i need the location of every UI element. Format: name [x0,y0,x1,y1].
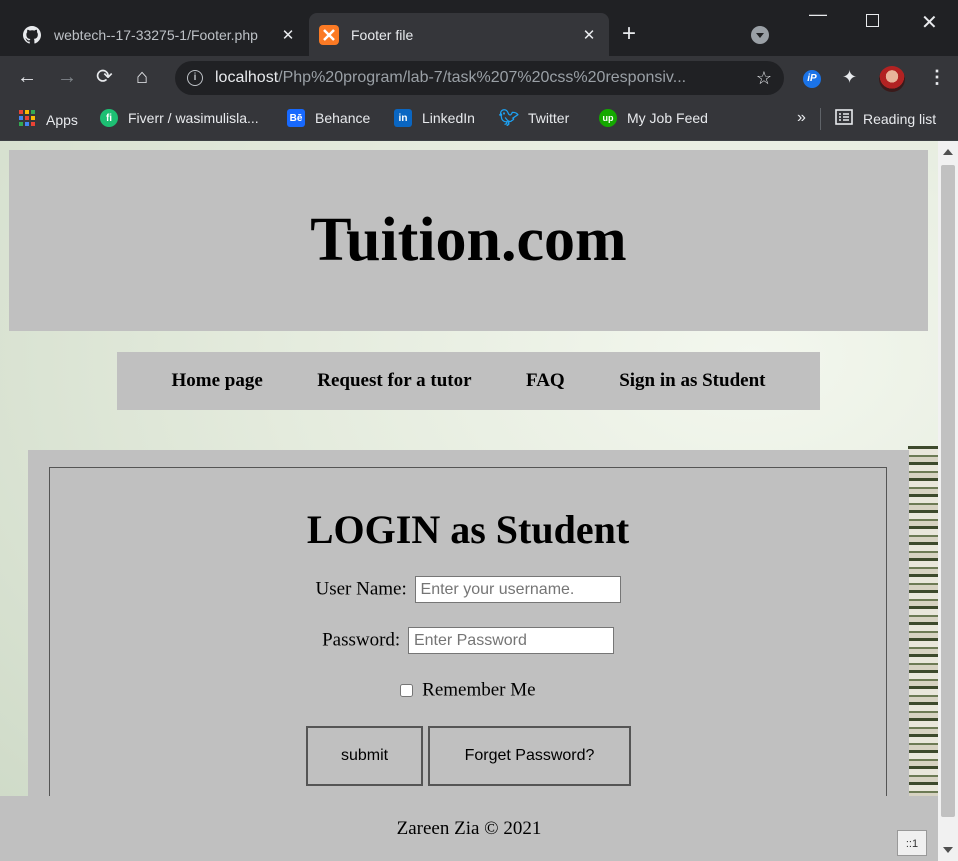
tab-search-icon[interactable] [751,26,769,44]
site-header: Tuition.com [9,150,928,331]
bookmark-behance[interactable]: Bē Behance [287,109,370,127]
close-icon[interactable]: ✕ [579,26,599,44]
twitter-icon: 🐦︎ [498,110,520,127]
reload-icon[interactable]: ⟳ [96,66,113,88]
bookmark-label: LinkedIn [422,110,475,126]
login-heading: LOGIN as Student [306,507,630,552]
scroll-down-arrow-icon[interactable] [943,847,953,853]
reading-list-icon [835,109,853,128]
tab-title: webtech--17-33275-1/Footer.php [54,26,258,43]
bookmark-label: Fiverr / wasimulisla... [128,110,259,126]
bookmark-label: My Job Feed [627,110,708,126]
browser-toolbar: ← → ⟳ ⌂ i localhost /Php%20program/lab-7… [0,56,958,100]
vertical-scrollbar[interactable] [938,141,958,861]
minimize-icon[interactable]: — [809,4,827,25]
tab-footer-file[interactable]: Footer file ✕ [309,13,609,56]
bookmark-label: Apps [46,111,78,128]
bookmark-star-icon[interactable]: ☆ [756,68,772,89]
apps-grid-icon [18,109,46,130]
site-nav: Home page Request for a tutor FAQ Sign i… [117,352,820,410]
profile-avatar[interactable] [879,66,905,92]
nav-faq[interactable]: FAQ [526,370,565,392]
bookmark-my-job-feed[interactable]: up My Job Feed [599,109,708,127]
username-input[interactable] [414,576,621,603]
username-label: User Name: [315,578,407,600]
ip-extension-icon[interactable]: iP [803,70,821,88]
bookmark-apps[interactable]: Apps [18,109,78,130]
fiverr-icon: fi [100,109,118,127]
behance-icon: Bē [287,109,305,127]
tab-footer-php[interactable]: webtech--17-33275-1/Footer.php ✕ [12,13,308,56]
site-footer: Zareen Zia © 2021 [0,796,938,861]
home-icon[interactable]: ⌂ [136,66,148,88]
page-viewport: Tuition.com Home page Request for a tuto… [0,141,938,861]
address-bar[interactable]: i localhost /Php%20program/lab-7/task%20… [175,61,784,95]
site-title: Tuition.com [310,206,627,274]
tab-strip: webtech--17-33275-1/Footer.php ✕ Footer … [0,0,958,56]
bookmarks-bar: Apps fi Fiverr / wasimulisla... Bē Behan… [0,100,958,141]
background-books-image [908,446,938,796]
kebab-menu-icon[interactable]: ⋮ [928,67,946,88]
forget-password-button[interactable]: Forget Password? [428,726,631,786]
bookmark-linkedin[interactable]: in LinkedIn [394,109,475,127]
username-row: User Name: [50,576,886,603]
github-icon [22,25,42,45]
remember-me-checkbox[interactable] [400,684,414,698]
close-icon[interactable]: ✕ [278,26,298,44]
password-label: Password: [322,629,401,651]
scrollbar-thumb[interactable] [941,165,955,817]
forward-arrow-icon[interactable]: → [57,66,77,88]
nav-sign-in-student[interactable]: Sign in as Student [619,370,765,392]
maximize-icon[interactable] [866,14,879,27]
extensions-puzzle-icon[interactable]: ✦ [842,67,857,88]
remember-me-label[interactable]: Remember Me [422,680,535,701]
bookmark-twitter[interactable]: 🐦︎ Twitter [498,109,570,127]
reading-list-label: Reading list [863,110,937,127]
password-input[interactable] [407,627,614,654]
tab-title: Footer file [351,26,414,43]
linkedin-icon: in [394,109,412,127]
remember-row: Remember Me [50,679,886,702]
upwork-icon: up [599,109,617,127]
reading-list-button[interactable]: Reading list [835,109,936,128]
nav-request-tutor[interactable]: Request for a tutor [317,370,471,392]
bookmarks-divider [820,108,821,130]
back-arrow-icon[interactable]: ← [17,66,37,88]
bookmark-fiverr[interactable]: fi Fiverr / wasimulisla... [100,109,259,127]
xampp-icon [319,24,339,45]
footer-text: Zareen Zia © 2021 [396,817,542,839]
password-row: Password: [50,627,886,654]
submit-button[interactable]: submit [306,726,423,786]
scroll-up-arrow-icon[interactable] [943,149,953,155]
window-close-icon[interactable]: ✕ [921,10,938,35]
bookmark-label: Behance [315,110,371,126]
nav-home-page[interactable]: Home page [171,370,262,392]
url-path: /Php%20program/lab-7/task%207%20css%20re… [278,69,687,86]
corner-badge: ::1 [897,830,927,856]
bookmark-label: Twitter [528,110,570,126]
site-info-icon[interactable]: i [187,70,203,86]
bookmarks-overflow-button[interactable]: » [797,109,806,127]
url-host: localhost [215,69,279,86]
new-tab-button[interactable]: + [622,21,636,47]
